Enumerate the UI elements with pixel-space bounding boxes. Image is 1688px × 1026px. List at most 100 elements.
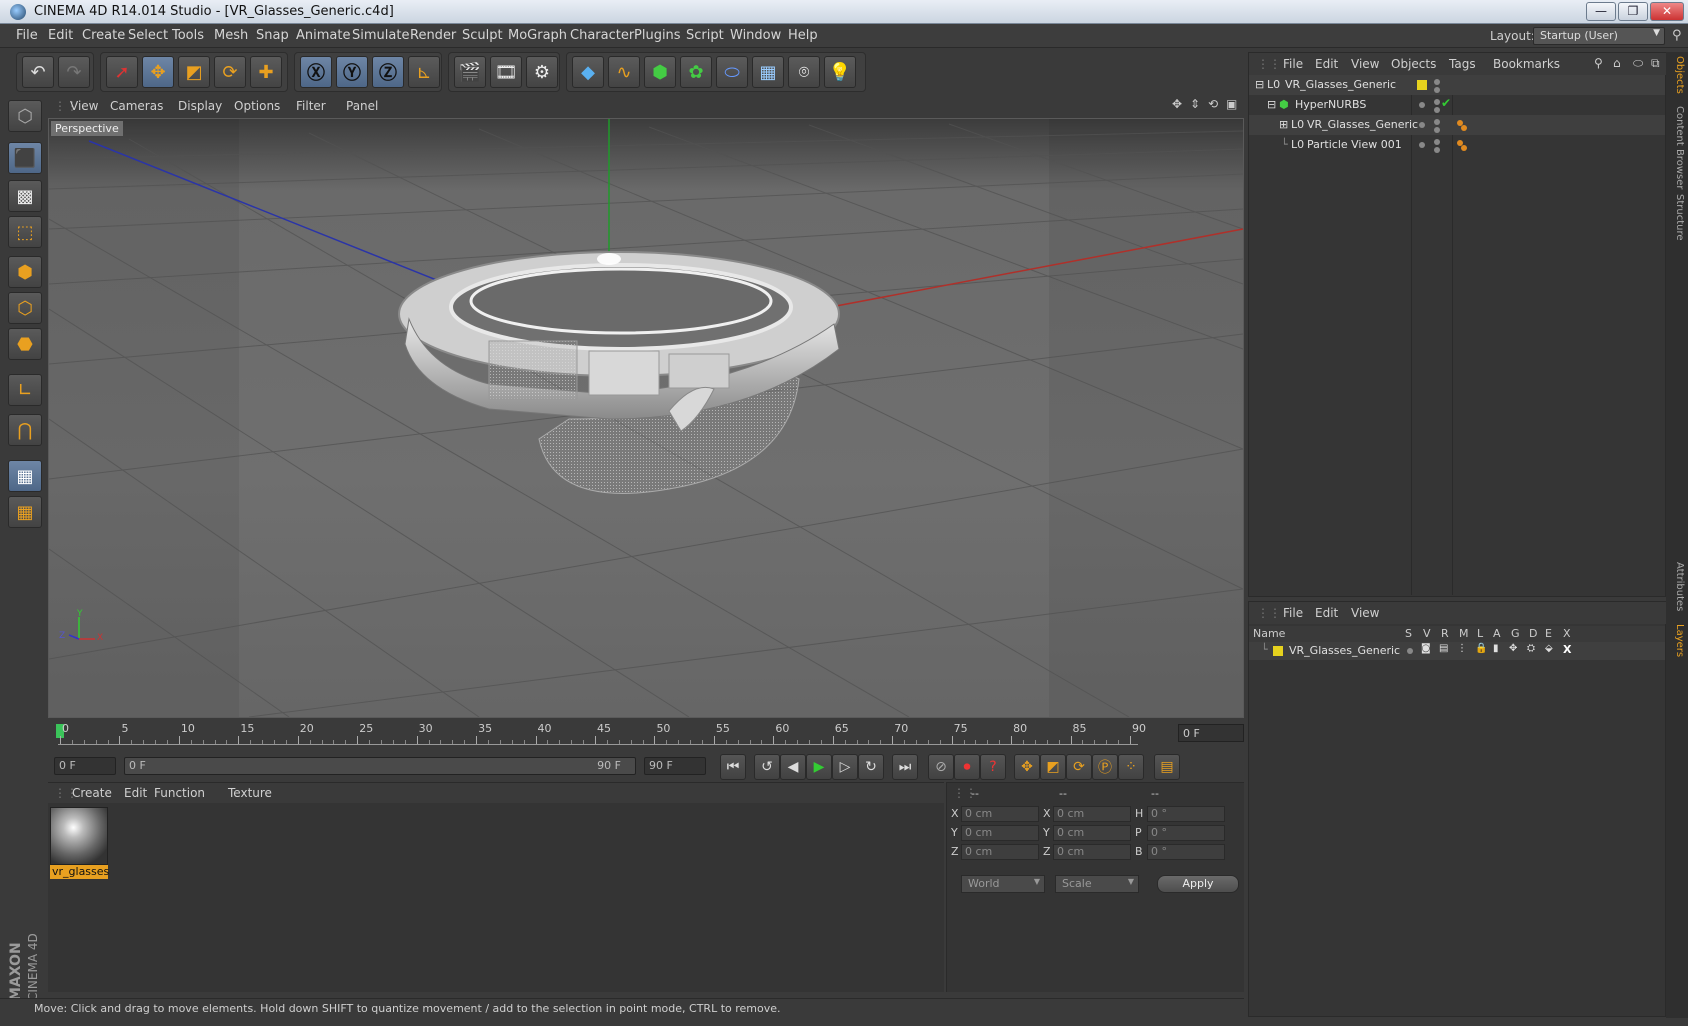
rotate-tool-icon[interactable]: ⟳ xyxy=(214,56,246,88)
parameter-key-icon[interactable]: Ⓟ xyxy=(1092,754,1118,780)
object-menu-bookmarks[interactable]: Bookmarks xyxy=(1493,57,1560,71)
menu-edit[interactable]: Edit xyxy=(48,28,73,43)
previous-key-icon[interactable]: ↺ xyxy=(754,754,780,780)
enabled-check-icon[interactable]: ✔ xyxy=(1441,96,1451,110)
go-to-end-icon[interactable]: ⏭ xyxy=(892,754,918,780)
collapse-icon[interactable]: ⬭ xyxy=(1633,56,1643,71)
object-menu-tags[interactable]: Tags xyxy=(1449,57,1476,71)
object-menu-file[interactable]: File xyxy=(1283,57,1303,71)
size-z-field[interactable]: 0 cm xyxy=(1053,844,1131,860)
tag-icon[interactable] xyxy=(1461,125,1467,131)
timeline-window-icon[interactable]: ▤ xyxy=(1154,754,1180,780)
next-key-icon[interactable]: ↻ xyxy=(858,754,884,780)
size-y-field[interactable]: 0 cm xyxy=(1053,825,1131,841)
play-icon[interactable]: ▶ xyxy=(806,754,832,780)
viewport-menu-filter[interactable]: Filter xyxy=(296,99,326,113)
view-toggle-icon[interactable]: ◙ xyxy=(1421,643,1431,654)
scale-tool-icon[interactable]: ◩ xyxy=(178,56,210,88)
position-x-field[interactable]: 0 cm xyxy=(961,806,1039,822)
spline-icon[interactable]: ∿ xyxy=(608,56,640,88)
z-axis-lock-icon[interactable]: Ⓩ xyxy=(372,56,404,88)
object-menu-objects[interactable]: Objects xyxy=(1391,57,1436,71)
expressions-toggle-icon[interactable]: ⬙ xyxy=(1545,643,1553,654)
home-icon[interactable]: ⌂ xyxy=(1613,56,1621,70)
new-window-icon[interactable]: ⧉ xyxy=(1651,56,1660,71)
tab-structure[interactable]: Structure xyxy=(1669,194,1685,241)
tab-layers[interactable]: Layers xyxy=(1669,624,1685,657)
layout-select[interactable]: Startup (User) ▼ xyxy=(1533,27,1665,45)
lock-toggle-icon[interactable]: 🔒 xyxy=(1475,643,1487,654)
column-deformers[interactable]: D xyxy=(1529,627,1537,640)
live-selection-icon[interactable]: ➚ xyxy=(106,56,138,88)
material-menu-edit[interactable]: Edit xyxy=(124,786,147,800)
next-frame-icon[interactable]: ▷ xyxy=(832,754,858,780)
workplane-mode-icon[interactable]: ⬚ xyxy=(8,216,42,248)
menu-help[interactable]: Help xyxy=(788,28,818,43)
axis-mode-icon[interactable]: ∟ xyxy=(8,374,42,406)
locked-workplane-icon[interactable]: ▦ xyxy=(8,496,42,528)
previous-frame-icon[interactable]: ◀ xyxy=(780,754,806,780)
visibility-dot[interactable] xyxy=(1419,142,1425,148)
end-frame-field[interactable]: 90 F xyxy=(644,757,706,775)
layer-menu-edit[interactable]: Edit xyxy=(1315,606,1338,620)
size-x-field[interactable]: 0 cm xyxy=(1053,806,1131,822)
object-row-vr-glasses-child[interactable]: ⊞ L0 VR_Glasses_Generic xyxy=(1249,115,1665,135)
tab-attributes[interactable]: Attributes xyxy=(1669,562,1685,611)
redo-icon[interactable]: ↷ xyxy=(58,56,90,88)
deformers-toggle-icon[interactable]: ⛭ xyxy=(1527,643,1535,654)
maximize-button[interactable]: ❐ xyxy=(1618,2,1648,21)
menu-render[interactable]: Render xyxy=(410,28,456,43)
visibility-dot[interactable] xyxy=(1434,79,1440,85)
menu-snap[interactable]: Snap xyxy=(256,28,289,43)
cube-icon[interactable]: ◆ xyxy=(572,56,604,88)
material-menu-texture[interactable]: Texture xyxy=(228,786,272,800)
visibility-dot[interactable] xyxy=(1419,102,1425,108)
viewport-menu-options[interactable]: Options xyxy=(234,99,280,113)
maximize-view-icon[interactable]: ▣ xyxy=(1226,97,1237,111)
close-button[interactable]: ✕ xyxy=(1650,2,1684,21)
layer-row[interactable]: └ VR_Glasses_Generic ◙ ▤ ⋮ 🔒 ▮ ✥ ⛭ ⬙ X xyxy=(1249,642,1665,660)
render-settings-icon[interactable]: ⚙ xyxy=(526,56,558,88)
array-icon[interactable]: ✿ xyxy=(680,56,712,88)
move-view-icon[interactable]: ✥ xyxy=(1172,97,1182,111)
menu-script[interactable]: Script xyxy=(686,28,724,43)
menu-plugins[interactable]: Plugins xyxy=(634,28,681,43)
points-mode-icon[interactable]: ⬢ xyxy=(8,256,42,288)
viewport-menu-panel[interactable]: Panel xyxy=(346,99,378,113)
light-icon[interactable]: 💡 xyxy=(824,56,856,88)
layer-menu-view[interactable]: View xyxy=(1351,606,1379,620)
layer-menu-file[interactable]: File xyxy=(1283,606,1303,620)
object-menu-view[interactable]: View xyxy=(1351,57,1379,71)
camera-icon[interactable]: ⌾ xyxy=(788,56,820,88)
menu-tools[interactable]: Tools xyxy=(172,28,204,43)
manager-toggle-icon[interactable]: ⋮ xyxy=(1457,643,1467,654)
make-editable-icon[interactable]: ⬡ xyxy=(8,100,42,132)
menu-file[interactable]: File xyxy=(16,28,38,43)
auto-keying-icon[interactable]: ⏺ xyxy=(954,754,980,780)
column-xrefs[interactable]: X xyxy=(1563,627,1571,640)
viewport-menu-display[interactable]: Display xyxy=(178,99,222,113)
deformer-icon[interactable]: ⬭ xyxy=(716,56,748,88)
material-menu-create[interactable]: Create xyxy=(72,786,112,800)
column-manager[interactable]: M xyxy=(1459,627,1469,640)
search-icon[interactable]: ⚲ xyxy=(1594,56,1603,70)
render-dot[interactable] xyxy=(1434,107,1440,113)
object-row-particle-view[interactable]: └ L0 Particle View 001 xyxy=(1249,135,1665,155)
solo-dot[interactable] xyxy=(1407,648,1413,654)
keyframe-selection-icon[interactable]: ? xyxy=(980,754,1006,780)
point-level-key-icon[interactable]: ⁘ xyxy=(1118,754,1144,780)
last-tool-icon[interactable]: ✚ xyxy=(250,56,282,88)
record-keys-icon[interactable]: ⊘ xyxy=(928,754,954,780)
current-frame-field[interactable]: 0 F xyxy=(1178,724,1244,742)
material-swatch[interactable]: vr_glasses xyxy=(50,807,109,881)
scale-key-icon[interactable]: ◩ xyxy=(1040,754,1066,780)
menu-create[interactable]: Create xyxy=(82,28,125,43)
menu-character[interactable]: Character xyxy=(570,28,634,43)
column-solo[interactable]: S xyxy=(1405,627,1412,640)
column-expressions[interactable]: E xyxy=(1545,627,1552,640)
timeline-ruler[interactable]: 0 5 10 15 20 25 30 35 40 45 50 55 60 65 70 75 80 85 90 0 F xyxy=(48,722,1244,752)
visibility-dot[interactable] xyxy=(1419,122,1425,128)
menu-window[interactable]: Window xyxy=(730,28,781,43)
texture-mode-icon[interactable]: ▩ xyxy=(8,180,42,212)
object-menu-edit[interactable]: Edit xyxy=(1315,57,1338,71)
